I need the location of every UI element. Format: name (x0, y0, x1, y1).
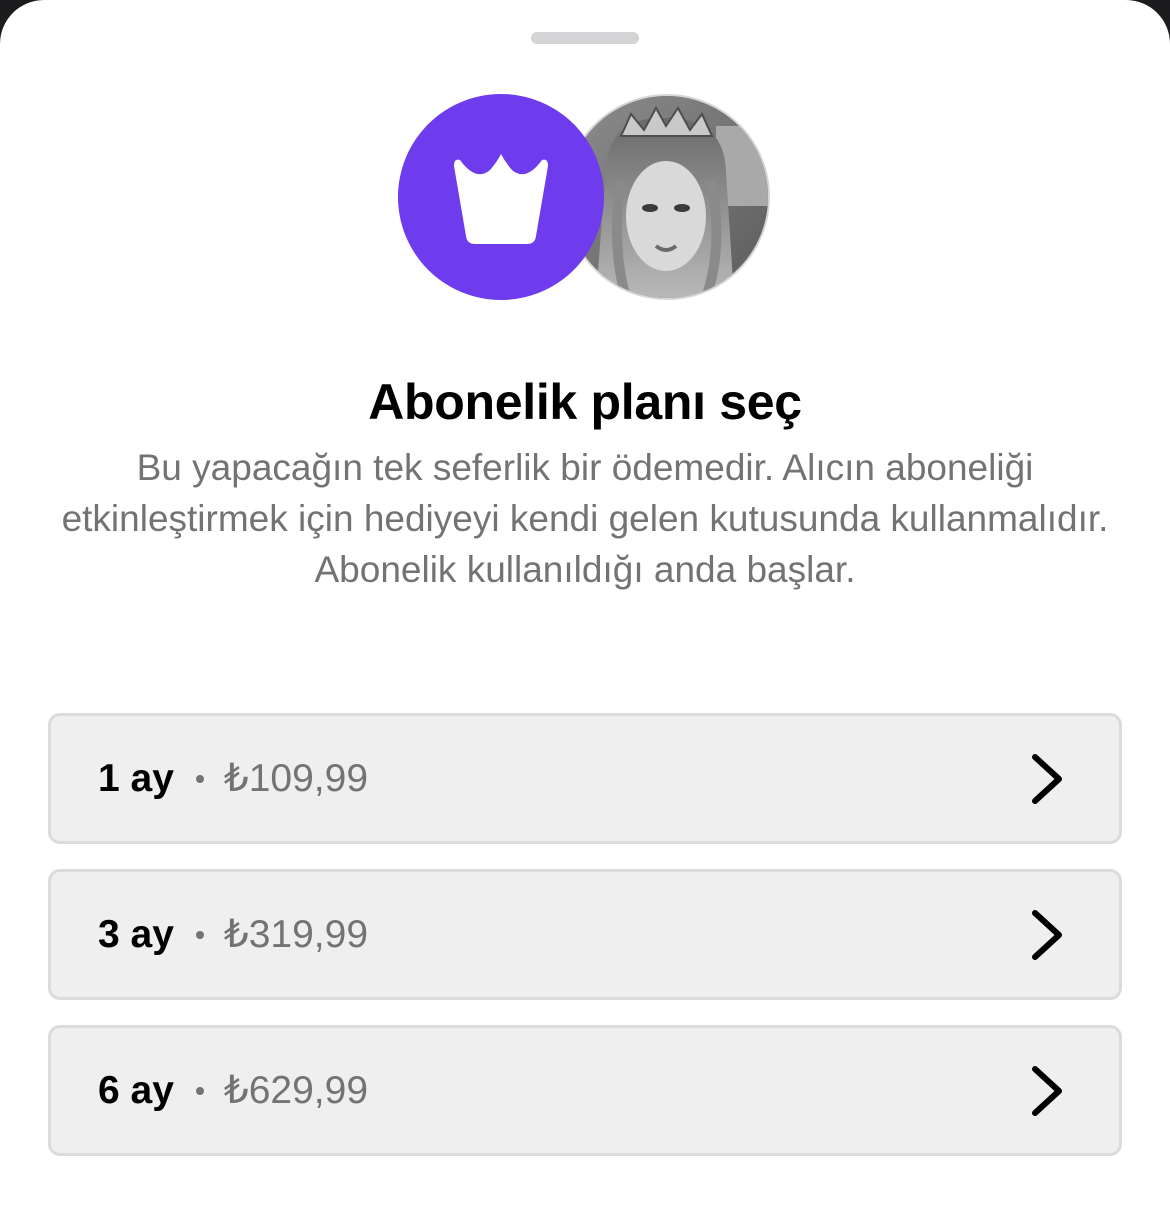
plan-list: 1 ay ₺109,99 3 ay ₺319,99 6 ay ₺629,99 (48, 713, 1122, 1181)
chevron-right-icon (1032, 753, 1062, 804)
plan-price: ₺109,99 (223, 757, 369, 800)
bottom-sheet: Abonelik planı seç Bu yapacağın tek sefe… (0, 0, 1170, 1218)
plan-description: Bu yapacağın tek seferlik bir ödemedir. … (61, 447, 1109, 590)
crown-icon (454, 154, 548, 244)
separator-dot (195, 930, 204, 939)
subscription-badge (398, 94, 604, 300)
plan-option-3-months[interactable]: 3 ay ₺319,99 (48, 869, 1122, 1000)
chevron-right-icon (1032, 909, 1062, 960)
plan-duration: 3 ay (98, 912, 174, 956)
plan-duration: 1 ay (98, 756, 174, 800)
sheet-grabber-handle[interactable] (531, 32, 639, 44)
plan-price: ₺629,99 (223, 1069, 369, 1112)
chevron-right-icon (1032, 1065, 1062, 1116)
page-title: Abonelik planı seç (368, 374, 802, 430)
separator-dot (195, 774, 204, 783)
header-avatars (398, 94, 772, 300)
plan-option-1-month[interactable]: 1 ay ₺109,99 (48, 713, 1122, 844)
plan-option-6-months[interactable]: 6 ay ₺629,99 (48, 1025, 1122, 1156)
separator-dot (195, 1086, 204, 1095)
plan-duration: 6 ay (98, 1068, 174, 1112)
plan-price: ₺319,99 (223, 913, 369, 956)
